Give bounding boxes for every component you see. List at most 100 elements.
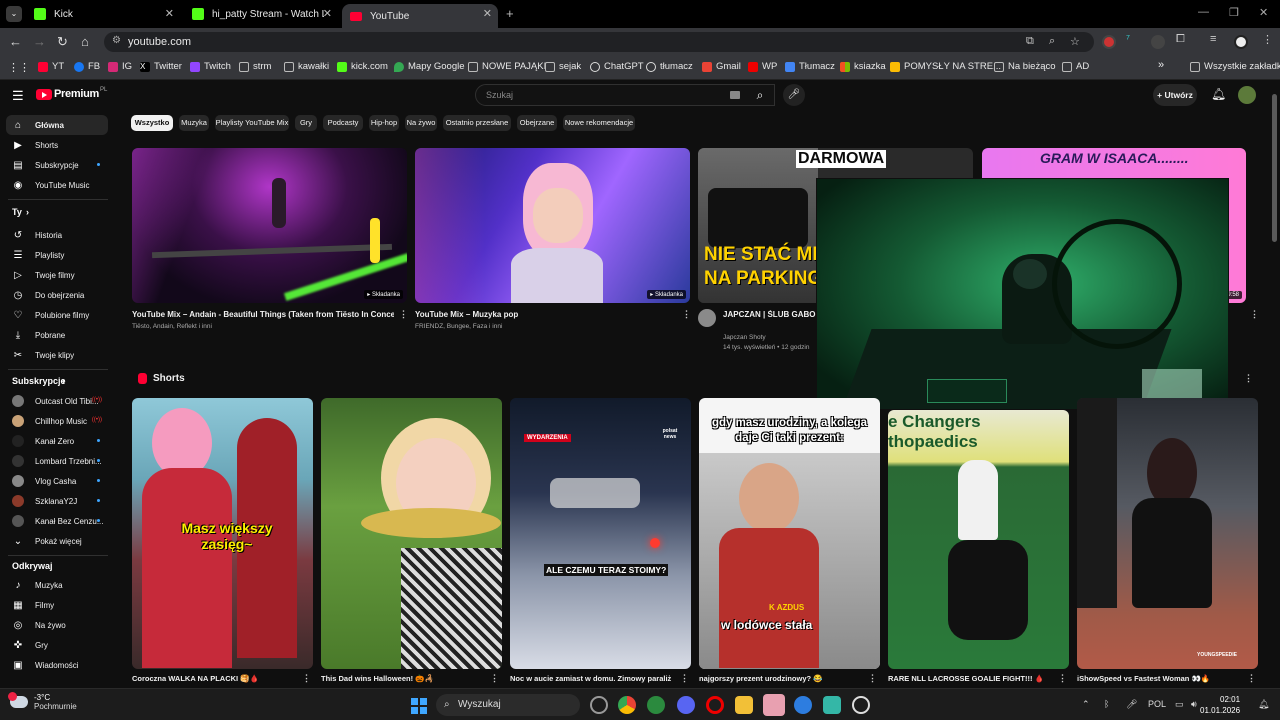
sidebar-item-twoje-klipy[interactable]: ✂ Twoje klipy	[6, 345, 108, 365]
taskbar-app-icon[interactable]	[763, 694, 785, 716]
language-indicator[interactable]: POL	[1148, 699, 1166, 709]
chip-3[interactable]: Gry	[295, 115, 317, 131]
menu-hamburger-icon[interactable]: ☰	[12, 88, 24, 104]
short-card[interactable]: e Changers thopaedics	[888, 410, 1069, 669]
short-title[interactable]: RARE NLL LACROSSE GOALIE FIGHT!!! 🩸	[888, 674, 1048, 683]
search-button[interactable]: ⌕	[745, 84, 775, 106]
volume-icon[interactable]: 🔊︎	[1191, 699, 1197, 710]
short-card[interactable]: WYDARZENIA polsat news ALE CZEMU TERAZ S…	[510, 398, 691, 669]
short-card[interactable]: Masz większy zasięg~	[132, 398, 313, 669]
chip-0[interactable]: Wszystko	[131, 115, 173, 131]
sidebar-item-gry[interactable]: ✜ Gry	[6, 635, 108, 655]
more-actions-icon[interactable]: ⋮	[302, 673, 311, 684]
site-info-icon[interactable]: ⚙	[112, 35, 121, 46]
chip-8[interactable]: Obejrzane	[517, 115, 557, 131]
bookmark-yt[interactable]: YT	[38, 61, 64, 72]
all-bookmarks[interactable]: Wszystkie zakładki	[1190, 61, 1280, 72]
sidebar-item-playlisty[interactable]: ☰ Playlisty	[6, 245, 108, 265]
bookmark-na-biezaco[interactable]: Na bieżąco	[994, 61, 1056, 72]
subscription-channel[interactable]: Vlog Casha	[6, 471, 108, 491]
reading-list-icon[interactable]: ≡	[1210, 33, 1216, 45]
bookmark-maps[interactable]: Mapy Google	[394, 61, 465, 72]
sidebar-section-subscriptions[interactable]: Subskrypcje	[12, 376, 66, 386]
bookmark-ad[interactable]: AD	[1062, 61, 1089, 72]
chrome-icon[interactable]	[618, 696, 636, 714]
sidebar-item-subskrypcje[interactable]: ▤ Subskrypcje	[6, 155, 108, 175]
clock[interactable]: 02:01 01.01.2026	[1200, 694, 1240, 716]
zoom-icon[interactable]: ⌕	[1049, 35, 1055, 48]
back-icon[interactable]: ←	[9, 34, 22, 49]
short-title[interactable]: najgorszy prezent urodzinowy? 😂	[699, 674, 859, 683]
taskbar-search[interactable]: ⌕ Wyszukaj	[436, 694, 580, 716]
browser-menu-icon[interactable]: ⋮	[1262, 33, 1273, 46]
more-actions-icon[interactable]: ⋮	[399, 309, 408, 320]
bookmark-twitch[interactable]: Twitch	[190, 61, 231, 72]
subscription-channel[interactable]: Outcast Old Tibi... ((•))	[6, 391, 108, 411]
sidebar-section-you[interactable]: Ty	[12, 207, 22, 217]
scrollbar-thumb[interactable]	[1272, 94, 1277, 242]
tab-search-icon[interactable]: ⌄	[6, 6, 22, 22]
avatar[interactable]	[1238, 86, 1256, 104]
short-title[interactable]: This Dad wins Halloween! 🎃🦂	[321, 674, 481, 683]
bookmark-tlumacz[interactable]: tłumacz	[646, 61, 693, 72]
chip-1[interactable]: Muzyka	[179, 115, 209, 131]
channel-name[interactable]: Japczan Shoty	[723, 334, 766, 341]
maximize-icon[interactable]: ❐	[1229, 6, 1239, 19]
extension-icon[interactable]	[1151, 35, 1165, 49]
bookmark-kawalki[interactable]: kawałki	[284, 61, 329, 72]
bookmark-sejak[interactable]: sejak	[545, 61, 581, 72]
bookmark-chatgpt[interactable]: ChatGPT	[590, 61, 644, 72]
notifications-icon[interactable]: 🔔︎	[1258, 699, 1269, 710]
discord-icon[interactable]	[677, 696, 695, 714]
bookmark-kick[interactable]: kick.com	[337, 61, 388, 72]
search-input[interactable]: Szukaj	[475, 84, 775, 106]
subscription-channel[interactable]: Chillhop Music ((•))	[6, 411, 108, 431]
sidebar-item-youtube-music[interactable]: ◉ YouTube Music	[6, 175, 108, 195]
bookmark-strm[interactable]: strm	[239, 61, 271, 72]
windows-start-icon[interactable]	[411, 698, 427, 714]
profile-icon[interactable]	[1234, 35, 1248, 49]
taskbar-app-icon[interactable]	[852, 696, 870, 714]
chip-2[interactable]: Playlisty YouTube Mix	[215, 115, 289, 131]
extensions-puzzle-icon[interactable]: ⧠	[1176, 33, 1185, 46]
bookmark-fb[interactable]: FB	[74, 61, 100, 72]
sidebar-item-pobrane[interactable]: ⤓ Pobrane	[6, 325, 108, 345]
short-title[interactable]: Coroczna WALKA NA PLACKI 🥞🩸	[132, 674, 292, 683]
chip-5[interactable]: Hip-hop	[369, 115, 399, 131]
channel-avatar[interactable]	[698, 309, 716, 327]
short-card[interactable]: gdy masz urodziny, a kolega daje Ci taki…	[699, 398, 880, 669]
bookmark-tlumacz-2[interactable]: Tłumacz	[785, 61, 835, 72]
apps-icon[interactable]: ⋮⋮	[8, 61, 30, 74]
youtube-premium-logo[interactable]: Premium PL	[36, 87, 107, 100]
keyboard-icon[interactable]	[730, 91, 740, 99]
short-title[interactable]: iShowSpeed vs Fastest Woman 👀🔥	[1077, 674, 1237, 683]
close-tab-icon[interactable]: ✕	[165, 7, 174, 20]
chip-7[interactable]: Ostatnio przesłane	[443, 115, 511, 131]
close-tab-icon[interactable]: ✕	[323, 7, 332, 20]
more-actions-icon[interactable]: ⋮	[1058, 673, 1067, 684]
miniplayer-video[interactable]	[816, 178, 1229, 410]
file-explorer-icon[interactable]	[735, 696, 753, 714]
sidebar-item-na-żywo[interactable]: ◎ Na żywo	[6, 615, 108, 635]
video-title[interactable]: YouTube Mix – Andain - Beautiful Things …	[132, 310, 394, 319]
bookmark-nowe-pajaki[interactable]: NOWE PAJĄKI	[468, 61, 546, 72]
bookmark-ksiazka[interactable]: ksiazka	[840, 61, 886, 72]
tab-hi-patty[interactable]: hi_patty Stream - Watch Live on ✕	[184, 4, 338, 24]
sidebar-item-do-obejrzenia[interactable]: ◷ Do obejrzenia	[6, 285, 108, 305]
reload-icon[interactable]: ↻	[57, 34, 68, 50]
close-tab-icon[interactable]: ✕	[483, 7, 492, 20]
new-tab-icon[interactable]: +	[506, 6, 514, 21]
bookmark-pomysly[interactable]: POMYSŁY NA STRE...	[890, 61, 1001, 72]
chip-6[interactable]: Na żywo	[405, 115, 437, 131]
more-actions-icon[interactable]: ⋮	[868, 673, 877, 684]
weather-widget[interactable]: -3°C Pochmurnie	[8, 692, 77, 711]
create-button[interactable]: + Utwórz	[1153, 84, 1197, 106]
sidebar-item-muzyka[interactable]: ♪ Muzyka	[6, 575, 108, 595]
bookmark-wp[interactable]: WP	[748, 61, 777, 72]
taskbar-app-icon[interactable]	[590, 696, 608, 714]
more-actions-icon[interactable]: ⋮	[490, 673, 499, 684]
more-actions-icon[interactable]: ⋮	[1244, 373, 1253, 384]
sidebar-item-twoje-filmy[interactable]: ▷ Twoje filmy	[6, 265, 108, 285]
sidebar-item-filmy[interactable]: ▦ Filmy	[6, 595, 108, 615]
subscription-channel[interactable]: Lombard Trzebni...	[6, 451, 108, 471]
